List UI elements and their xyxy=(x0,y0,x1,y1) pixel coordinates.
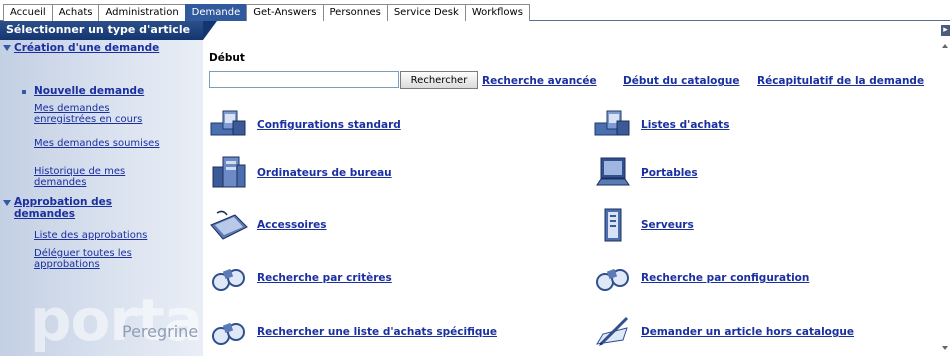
category-label: Demander un article hors catalogue xyxy=(641,326,855,338)
main-panel: Début Rechercher Recherche avancée Début… xyxy=(203,40,950,356)
category-recherche-criteres[interactable]: Recherche par critères xyxy=(209,260,509,300)
tab-demande[interactable]: Demande xyxy=(184,4,248,21)
category-portables[interactable]: Portables xyxy=(593,155,893,195)
binoculars-icon xyxy=(596,268,629,291)
vertical-scrollbar[interactable] xyxy=(940,40,950,356)
tab-list: Accueil Achats Administration Demande Ge… xyxy=(3,4,530,21)
sidebar: Création d'une demande Nouvelle demande … xyxy=(0,40,203,356)
binoculars-icon xyxy=(212,268,245,291)
sidebar-item-nouvelle-demande[interactable]: Nouvelle demande xyxy=(34,86,174,97)
breadcrumb: Début xyxy=(209,52,245,64)
tab-service-desk[interactable]: Service Desk xyxy=(386,4,466,21)
search-input[interactable] xyxy=(209,71,399,88)
computer-configuration-icon xyxy=(210,110,246,136)
peregrine-brand: Peregrine xyxy=(122,322,199,341)
category-rechercher-liste-achats[interactable]: Rechercher une liste d'achats spécifique xyxy=(209,314,549,354)
title-bar: Sélectionner un type d'article ▸ xyxy=(0,21,950,40)
laptop-icon xyxy=(596,157,630,186)
title-wedge xyxy=(203,21,217,40)
expand-arrow-icon[interactable] xyxy=(3,45,11,51)
category-label: Portables xyxy=(641,167,698,179)
desktop-computer-icon xyxy=(212,156,246,188)
category-accessoires[interactable]: Accessoires xyxy=(209,207,509,247)
page-title: Sélectionner un type d'article xyxy=(6,23,191,36)
keyboard-icon xyxy=(210,210,248,240)
bullet-icon xyxy=(22,90,26,94)
expand-arrow-icon[interactable] xyxy=(3,200,11,206)
catalog-start-link[interactable]: Début du catalogue xyxy=(623,75,740,87)
category-listes-achats[interactable]: Listes d'achats xyxy=(593,107,893,147)
top-tab-bar: Accueil Achats Administration Demande Ge… xyxy=(0,0,950,21)
server-icon xyxy=(604,208,622,242)
category-configurations-standard[interactable]: Configurations standard xyxy=(209,107,509,147)
tab-achats[interactable]: Achats xyxy=(51,4,100,21)
sidebar-item-demandes-soumises[interactable]: Mes demandes soumises xyxy=(34,138,174,149)
binoculars-icon xyxy=(212,322,245,345)
category-label: Recherche par configuration xyxy=(641,272,810,284)
sidebar-item-historique[interactable]: Historique de mes demandes xyxy=(34,166,174,188)
sidebar-heading-approbation[interactable]: Approbation des demandes xyxy=(14,196,174,220)
category-label: Rechercher une liste d'achats spécifique xyxy=(257,326,497,338)
tab-personnes[interactable]: Personnes xyxy=(322,4,388,21)
category-label: Listes d'achats xyxy=(641,119,730,131)
tab-workflows[interactable]: Workflows xyxy=(464,4,530,21)
category-ordinateurs-bureau[interactable]: Ordinateurs de bureau xyxy=(209,155,509,195)
category-recherche-configuration[interactable]: Recherche par configuration xyxy=(593,260,893,300)
tab-accueil[interactable]: Accueil xyxy=(3,4,53,21)
search-button[interactable]: Rechercher xyxy=(400,71,478,89)
collapse-icon[interactable]: ▸ xyxy=(941,25,950,36)
computer-configuration-icon xyxy=(594,110,630,136)
pen-document-icon xyxy=(596,316,629,346)
tab-get-answers[interactable]: Get-Answers xyxy=(246,4,324,21)
scroll-down-icon[interactable] xyxy=(942,346,948,350)
portal-logo: portal xyxy=(30,286,203,354)
category-label: Serveurs xyxy=(641,219,694,231)
sidebar-heading-creation[interactable]: Création d'une demande xyxy=(14,42,174,54)
category-label: Accessoires xyxy=(257,219,327,231)
sidebar-item-demandes-enregistrees[interactable]: Mes demandes enregistrées en cours xyxy=(34,103,174,125)
sidebar-item-liste-approbations[interactable]: Liste des approbations xyxy=(34,230,174,241)
category-label: Configurations standard xyxy=(257,119,401,131)
scroll-up-icon[interactable] xyxy=(942,44,948,48)
request-summary-link[interactable]: Récapitulatif de la demande xyxy=(757,75,924,87)
category-label: Ordinateurs de bureau xyxy=(257,167,392,179)
advanced-search-link[interactable]: Recherche avancée xyxy=(482,75,597,87)
sidebar-item-deleguer-approbations[interactable]: Déléguer toutes les approbations xyxy=(34,248,174,270)
category-article-hors-catalogue[interactable]: Demander un article hors catalogue xyxy=(593,314,933,354)
category-label: Recherche par critères xyxy=(257,272,392,284)
tab-administration[interactable]: Administration xyxy=(98,4,186,21)
category-serveurs[interactable]: Serveurs xyxy=(593,207,893,247)
